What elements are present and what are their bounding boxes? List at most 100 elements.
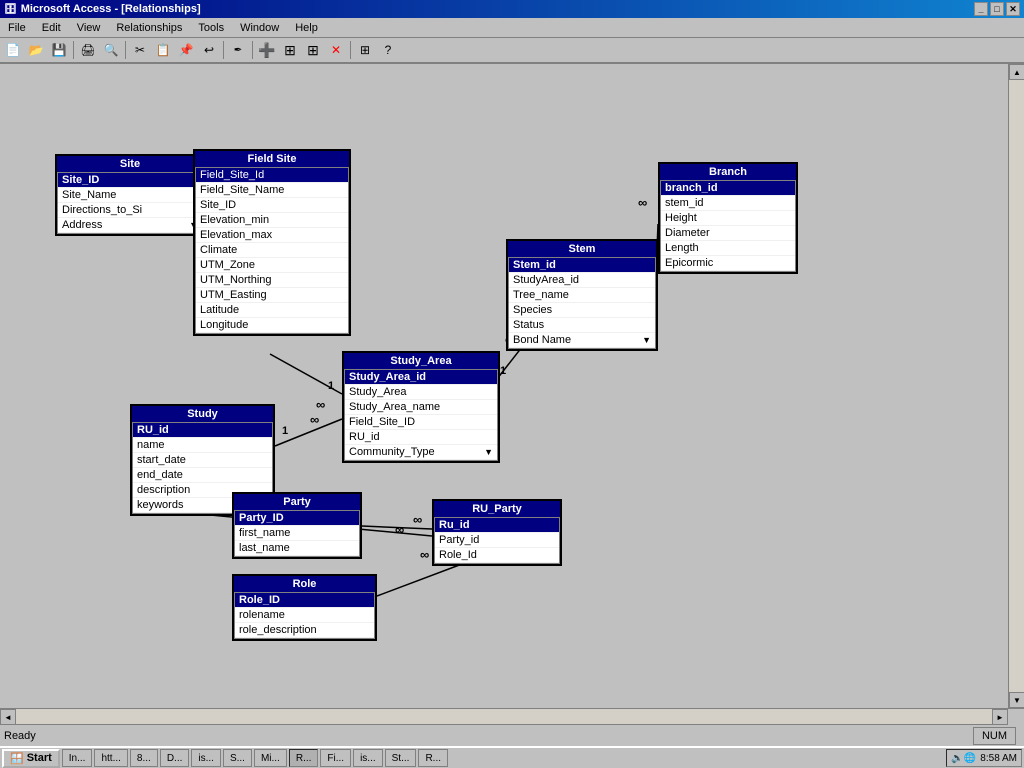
field-utm-northing: UTM_Northing <box>196 273 348 288</box>
field-diameter: Diameter <box>661 226 795 241</box>
task-is2[interactable]: is... <box>353 749 383 767</box>
field-tree-name: Tree_name <box>509 288 655 303</box>
task-is1[interactable]: is... <box>191 749 221 767</box>
table-role-body: Role_ID rolename role_description <box>234 592 375 639</box>
scroll-track[interactable] <box>1009 80 1024 692</box>
task-mi[interactable]: Mi... <box>254 749 287 767</box>
task-in[interactable]: In... <box>62 749 93 767</box>
status-text: Ready <box>4 730 973 742</box>
field-utm-zone: UTM_Zone <box>196 258 348 273</box>
scroll-right-button[interactable]: ► <box>992 709 1008 725</box>
table-field-site[interactable]: Field Site Field_Site_Id Field_Site_Name… <box>193 149 351 336</box>
title-text: Microsoft Access - [Relationships] <box>21 3 974 15</box>
menu-tools[interactable]: Tools <box>190 20 232 36</box>
table-ru-party-header: RU_Party <box>434 501 560 517</box>
cut-button[interactable]: ✂ <box>129 39 151 61</box>
sep5 <box>350 41 351 59</box>
field-ru-id: RU_id <box>345 430 497 445</box>
field-rolename: rolename <box>235 608 374 623</box>
field-latitude: Latitude <box>196 303 348 318</box>
task-r2[interactable]: R... <box>418 749 448 767</box>
table-party-header: Party <box>234 494 360 510</box>
task-8[interactable]: 8... <box>130 749 158 767</box>
task-st[interactable]: St... <box>385 749 417 767</box>
menu-view[interactable]: View <box>69 20 109 36</box>
menu-help[interactable]: Help <box>287 20 326 36</box>
table-field-site-body: Field_Site_Id Field_Site_Name Site_ID El… <box>195 167 349 334</box>
open-button[interactable]: 📂 <box>25 39 47 61</box>
field-role-id: Role_ID <box>235 593 374 608</box>
field-study-area-id: Study_Area_id <box>345 370 497 385</box>
field-branch-id: branch_id <box>661 181 795 196</box>
task-r1[interactable]: R... <box>289 749 319 767</box>
title-bar: 🗄 Microsoft Access - [Relationships] _ □… <box>0 0 1024 18</box>
scroll-left-button[interactable]: ◄ <box>0 709 16 725</box>
table-stem[interactable]: Stem Stem_id StudyArea_id Tree_name Spec… <box>506 239 658 351</box>
sep2 <box>125 41 126 59</box>
table-site-body: Site_ID Site_Name Directions_to_Si Addre… <box>57 172 203 234</box>
table-study-area-body: Study_Area_id Study_Area Study_Area_name… <box>344 369 498 461</box>
copy-button[interactable]: 📋 <box>152 39 174 61</box>
task-d[interactable]: D... <box>160 749 190 767</box>
title-buttons: _ □ ✕ <box>974 2 1020 16</box>
status-bar: Ready NUM <box>0 724 1024 746</box>
save-button[interactable]: 💾 <box>48 39 70 61</box>
table-role[interactable]: Role Role_ID rolename role_description <box>232 574 377 641</box>
sep3 <box>223 41 224 59</box>
paste-button[interactable]: 📌 <box>175 39 197 61</box>
svg-text:∞: ∞ <box>638 195 647 210</box>
field-stem-id: Stem_id <box>509 258 655 273</box>
maximize-button[interactable]: □ <box>990 2 1004 16</box>
print-button[interactable]: 🖨 <box>77 39 99 61</box>
h-scroll-track[interactable] <box>16 709 992 724</box>
field-length: Length <box>661 241 795 256</box>
app-icon: 🗄 <box>4 4 17 15</box>
table-study-area-header: Study_Area <box>344 353 498 369</box>
menu-file[interactable]: File <box>0 20 34 36</box>
table-party[interactable]: Party Party_ID first_name last_name <box>232 492 362 559</box>
new-button[interactable]: 📄 <box>2 39 24 61</box>
table-study-area[interactable]: Study_Area Study_Area_id Study_Area Stud… <box>342 351 500 463</box>
table-stem-header: Stem <box>508 241 656 257</box>
field-directions: Directions_to_Si <box>58 203 202 218</box>
sep1 <box>73 41 74 59</box>
show-all-button[interactable]: ⊞ <box>302 39 324 61</box>
start-label: Start <box>27 752 52 764</box>
vertical-scrollbar[interactable]: ▲ ▼ <box>1008 64 1024 708</box>
start-icon: 🪟 <box>10 752 24 765</box>
close-button[interactable]: ✕ <box>1006 2 1020 16</box>
table-field-site-header: Field Site <box>195 151 349 167</box>
scroll-down-button[interactable]: ▼ <box>1009 692 1024 708</box>
help-button[interactable]: ? <box>377 39 399 61</box>
show-relations-button[interactable]: ⊞ <box>354 39 376 61</box>
field-ru-id: RU_id <box>133 423 272 438</box>
table-study-header: Study <box>132 406 273 422</box>
menu-edit[interactable]: Edit <box>34 20 69 36</box>
menu-bar: File Edit View Relationships Tools Windo… <box>0 18 1024 38</box>
minimize-button[interactable]: _ <box>974 2 988 16</box>
task-fi[interactable]: Fi... <box>320 749 351 767</box>
relationships-canvas: 1 ∞ 1 ∞ 1 ∞ 1 ∞ 1 ∞ 1 <box>0 64 1008 708</box>
table-site[interactable]: Site Site_ID Site_Name Directions_to_Si … <box>55 154 205 236</box>
add-table-button[interactable]: ➕ <box>256 39 278 61</box>
undo-button[interactable]: ↩ <box>198 39 220 61</box>
task-s[interactable]: S... <box>223 749 252 767</box>
start-button[interactable]: 🪟 Start <box>2 749 60 768</box>
table-role-header: Role <box>234 576 375 592</box>
menu-window[interactable]: Window <box>232 20 287 36</box>
scroll-up-button[interactable]: ▲ <box>1009 64 1024 80</box>
preview-button[interactable]: 🔍 <box>100 39 122 61</box>
delete-button[interactable]: ✕ <box>325 39 347 61</box>
num-indicator: NUM <box>973 727 1016 745</box>
menu-relationships[interactable]: Relationships <box>108 20 190 36</box>
field-study-area-name: Study_Area_name <box>345 400 497 415</box>
show-table-button[interactable]: ⊞ <box>279 39 301 61</box>
task-htt[interactable]: htt... <box>94 749 127 767</box>
field-address: Address ▼ <box>58 218 202 233</box>
field-field-site-id: Field_Site_ID <box>345 415 497 430</box>
field-party-id: Party_id <box>435 533 559 548</box>
field-site-id: Site_ID <box>58 173 202 188</box>
table-branch[interactable]: Branch branch_id stem_id Height Diameter… <box>658 162 798 274</box>
format-painter-button[interactable]: ✒ <box>227 39 249 61</box>
table-ru-party[interactable]: RU_Party Ru_id Party_id Role_Id <box>432 499 562 566</box>
